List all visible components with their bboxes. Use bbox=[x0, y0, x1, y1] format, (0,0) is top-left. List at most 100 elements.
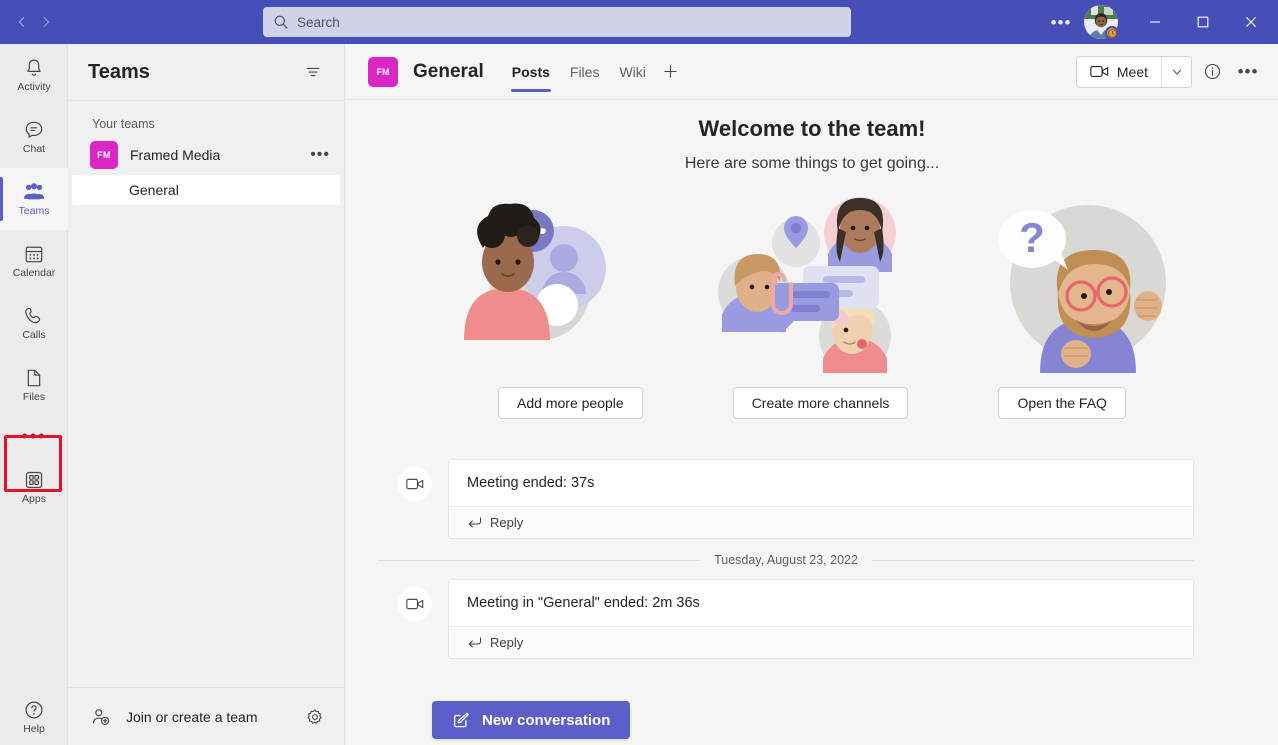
open-the-faq-button[interactable]: Open the FAQ bbox=[998, 387, 1126, 419]
team-name: Framed Media bbox=[130, 147, 221, 163]
rail-item-help[interactable]: Help bbox=[0, 699, 68, 735]
video-camera-icon bbox=[406, 478, 424, 490]
reply-arrow-icon bbox=[468, 517, 482, 528]
add-more-people-button[interactable]: Add more people bbox=[498, 387, 643, 419]
composer-area: New conversation bbox=[346, 659, 1278, 739]
rail-item-apps[interactable]: Apps bbox=[0, 456, 68, 518]
apps-grid-icon bbox=[25, 471, 43, 489]
close-button[interactable] bbox=[1228, 0, 1274, 44]
team-more-options-button[interactable]: ••• bbox=[310, 147, 330, 163]
meet-dropdown-button[interactable] bbox=[1161, 56, 1191, 87]
teams-sidebar-title: Teams bbox=[88, 60, 150, 83]
add-people-illustration bbox=[416, 185, 656, 375]
channel-name: General bbox=[129, 182, 179, 198]
your-teams-label: Your teams bbox=[92, 117, 155, 131]
question-circle-icon bbox=[25, 701, 43, 719]
channel-body: Welcome to the team! Here are some thing… bbox=[346, 100, 1278, 745]
chevron-down-icon bbox=[1172, 69, 1181, 75]
rail-item-label: Chat bbox=[22, 143, 46, 155]
reply-button[interactable]: Reply bbox=[449, 626, 1193, 658]
left-rail: Activity Chat Teams Calendar Calls Files… bbox=[0, 44, 68, 745]
filter-button[interactable] bbox=[300, 59, 326, 85]
meet-button-label: Meet bbox=[1116, 63, 1148, 80]
navigation-arrows bbox=[0, 9, 68, 35]
rail-item-label: Apps bbox=[22, 493, 46, 505]
message-item: Meeting in "General" ended: 2m 36s Reply bbox=[346, 579, 1278, 659]
message-body: Meeting in "General" ended: 2m 36s Reply bbox=[448, 579, 1194, 659]
forward-button[interactable] bbox=[34, 9, 58, 35]
chevron-right-icon bbox=[43, 17, 50, 27]
search-icon bbox=[274, 15, 288, 29]
channel-header: FM General Posts Files Wiki Meet ••• bbox=[346, 44, 1278, 100]
channels-conversation-illustration bbox=[692, 185, 932, 375]
meet-button-group: Meet bbox=[1075, 55, 1192, 88]
message-avatar bbox=[398, 467, 432, 501]
divider-line-right bbox=[871, 559, 1195, 561]
maximize-button[interactable] bbox=[1180, 0, 1226, 44]
teams-app-window: Search ••• Activity Chat Teams Calendar … bbox=[0, 0, 1278, 745]
titlebar-right-controls: ••• bbox=[1046, 0, 1278, 44]
reply-arrow-icon bbox=[468, 637, 482, 648]
teams-people-icon bbox=[23, 183, 45, 200]
divider-date-text: Tuesday, August 23, 2022 bbox=[714, 553, 858, 567]
rail-item-activity[interactable]: Activity bbox=[0, 44, 68, 106]
reply-button[interactable]: Reply bbox=[449, 506, 1193, 538]
search-container: Search bbox=[68, 7, 1046, 37]
bell-icon bbox=[27, 59, 41, 76]
compose-pencil-icon bbox=[454, 712, 469, 728]
video-camera-icon bbox=[406, 598, 424, 610]
welcome-subtitle: Here are some things to get going... bbox=[684, 155, 940, 172]
channel-team-avatar: FM bbox=[368, 56, 398, 87]
rail-item-calendar[interactable]: Calendar bbox=[0, 230, 68, 292]
meet-button[interactable]: Meet bbox=[1077, 57, 1161, 87]
message-text: Meeting ended: 37s bbox=[467, 475, 595, 491]
chat-icon bbox=[25, 121, 43, 139]
rail-item-label: Help bbox=[23, 723, 45, 735]
team-row-framed-media[interactable]: FM Framed Media ••• bbox=[68, 137, 344, 173]
new-conversation-label: New conversation bbox=[482, 711, 611, 729]
reply-label: Reply bbox=[490, 635, 524, 650]
titlebar-more-button[interactable]: ••• bbox=[1046, 7, 1076, 37]
message-avatar bbox=[398, 587, 432, 621]
rail-item-files[interactable]: Files bbox=[0, 354, 68, 416]
welcome-banner: Welcome to the team! Here are some thing… bbox=[346, 100, 1278, 173]
status-badge-away bbox=[1105, 26, 1119, 40]
rail-item-teams[interactable]: Teams bbox=[0, 168, 68, 230]
plus-icon bbox=[664, 65, 678, 78]
rail-item-calls[interactable]: Calls bbox=[0, 292, 68, 354]
search-box[interactable]: Search bbox=[263, 7, 851, 37]
file-icon bbox=[27, 369, 41, 387]
settings-button[interactable] bbox=[303, 705, 327, 729]
channel-info-button[interactable] bbox=[1196, 56, 1228, 88]
create-more-channels-button[interactable]: Create more channels bbox=[732, 387, 909, 419]
rail-item-chat[interactable]: Chat bbox=[0, 106, 68, 168]
main-content: FM General Posts Files Wiki Meet ••• Wel… bbox=[346, 44, 1278, 745]
minimize-button[interactable] bbox=[1132, 0, 1178, 44]
calendar-icon bbox=[25, 246, 43, 263]
tab-label: Wiki bbox=[619, 63, 646, 80]
user-avatar-button[interactable] bbox=[1084, 5, 1119, 40]
person-add-icon bbox=[92, 708, 110, 725]
rail-item-label: Calls bbox=[22, 329, 46, 341]
tab-wiki[interactable]: Wiki bbox=[609, 44, 655, 100]
tab-posts[interactable]: Posts bbox=[502, 44, 560, 100]
faq-question-illustration: ? bbox=[968, 185, 1208, 375]
tab-files[interactable]: Files bbox=[560, 44, 610, 100]
filter-icon bbox=[306, 67, 320, 77]
rail-more-button[interactable]: ••• bbox=[0, 416, 68, 456]
gear-icon bbox=[307, 708, 322, 724]
tab-label: Files bbox=[569, 63, 600, 80]
add-tab-button[interactable] bbox=[656, 44, 686, 100]
minimize-icon bbox=[1150, 21, 1160, 23]
chevron-left-icon bbox=[18, 17, 25, 27]
new-conversation-button[interactable]: New conversation bbox=[432, 701, 631, 739]
rail-item-label: Teams bbox=[18, 205, 50, 217]
join-or-create-team-button[interactable]: Join or create a team bbox=[126, 709, 289, 725]
reply-label: Reply bbox=[490, 515, 524, 530]
svg-text:?: ? bbox=[1019, 214, 1045, 261]
welcome-illustrations: ? bbox=[346, 185, 1278, 375]
back-button[interactable] bbox=[10, 9, 34, 35]
channel-item-general[interactable]: General bbox=[72, 175, 340, 205]
search-placeholder-text: Search bbox=[297, 14, 340, 30]
channel-more-options-button[interactable]: ••• bbox=[1232, 56, 1264, 88]
